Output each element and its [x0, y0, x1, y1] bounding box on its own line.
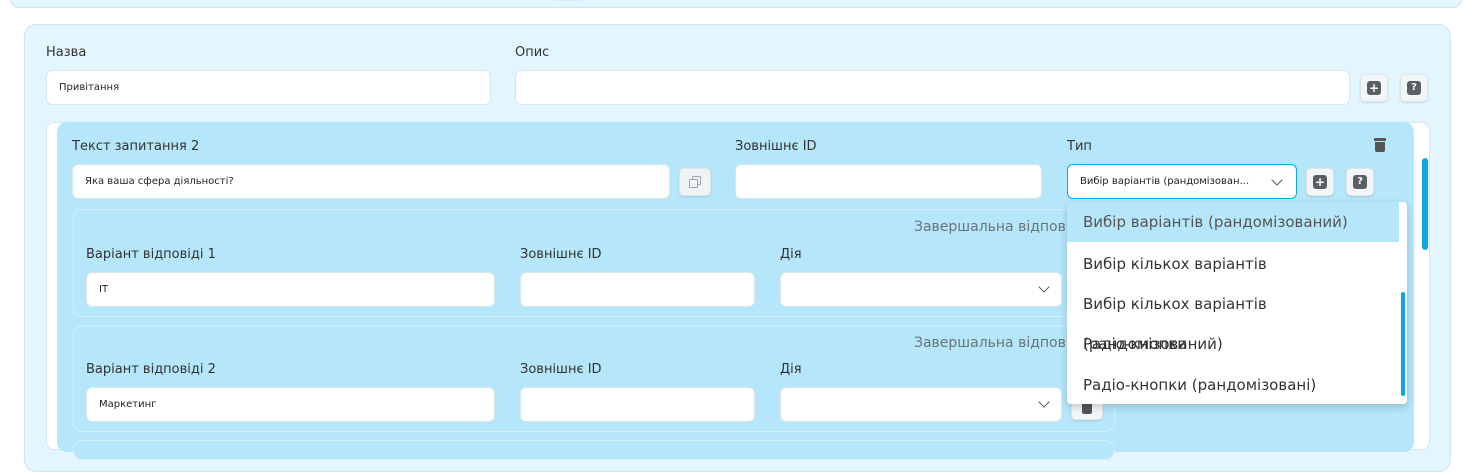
- question-type-label: Тип: [1067, 139, 1092, 154]
- answer-label: Варіант відповіді 2: [86, 362, 216, 377]
- delete-question-icon[interactable]: [1374, 138, 1386, 152]
- final-answer-label: Завершальна відповід: [914, 219, 1080, 235]
- question-text-input[interactable]: Яка ваша сфера діяльності?: [72, 164, 670, 199]
- type-help-button[interactable]: ?: [1346, 168, 1374, 196]
- plus-icon: +: [1367, 81, 1381, 95]
- answer-input[interactable]: Маркетинг: [86, 387, 495, 422]
- type-option[interactable]: Вибір кількох варіантів: [1067, 244, 1399, 284]
- question-type-value: Вибір варіантів (рандомізован...: [1080, 176, 1250, 187]
- answer-action-select[interactable]: [780, 387, 1062, 422]
- add-type-button[interactable]: +: [1306, 168, 1334, 196]
- plus-icon: +: [1313, 175, 1327, 189]
- type-option[interactable]: Радіо-кнопки (рандомізовані): [1067, 365, 1399, 404]
- drag-handle[interactable]: [555, 0, 585, 1]
- answer-input[interactable]: IT: [86, 272, 495, 307]
- dropdown-scrollbar[interactable]: [1401, 292, 1405, 396]
- type-dropdown-menu: Вибір варіантів (рандомізований) Вибір к…: [1067, 202, 1407, 404]
- answer-action-label: Дія: [780, 247, 802, 262]
- name-label: Назва: [46, 45, 87, 60]
- question-external-id-label: Зовнішнє ID: [735, 139, 817, 154]
- answer-card: [73, 440, 1115, 460]
- answer-external-id-input[interactable]: [520, 387, 755, 422]
- description-label: Опис: [515, 45, 550, 60]
- type-option[interactable]: Вибір кількох варіантів (рандомізований): [1067, 284, 1399, 353]
- help-button[interactable]: ?: [1400, 74, 1428, 102]
- question-type-select[interactable]: Вибір варіантів (рандомізован...: [1067, 164, 1297, 199]
- name-input[interactable]: Привітання: [46, 70, 491, 105]
- copy-button[interactable]: [679, 168, 711, 196]
- answer-label: Варіант відповіді 1: [86, 247, 216, 262]
- questions-scrollbar[interactable]: [1422, 158, 1428, 250]
- type-option[interactable]: Вибір варіантів (рандомізований): [1067, 202, 1399, 242]
- type-option[interactable]: Радіо-кнопки: [1067, 324, 1399, 364]
- help-icon: ?: [1407, 81, 1421, 95]
- answer-external-id-label: Зовнішнє ID: [520, 247, 602, 262]
- add-button[interactable]: +: [1360, 74, 1388, 102]
- question-text-label: Текст запитання 2: [72, 139, 200, 154]
- answer-action-label: Дія: [780, 362, 802, 377]
- copy-icon: [689, 176, 701, 188]
- description-input[interactable]: [515, 70, 1350, 105]
- question-external-id-input[interactable]: [735, 164, 1042, 199]
- final-answer-label: Завершальна відповід: [914, 335, 1080, 351]
- help-icon: ?: [1353, 175, 1367, 189]
- previous-panel-edge: [10, 0, 1462, 8]
- answer-external-id-label: Зовнішнє ID: [520, 362, 602, 377]
- answer-external-id-input[interactable]: [520, 272, 755, 307]
- answer-action-select[interactable]: [780, 272, 1062, 307]
